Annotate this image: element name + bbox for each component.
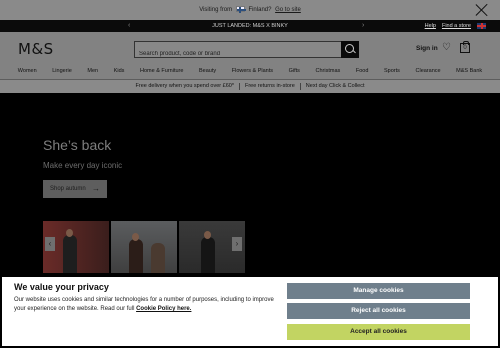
bag-count: 0 <box>463 45 467 51</box>
delivery-item-free-returns[interactable]: Free returns in-store <box>240 80 300 93</box>
search-button[interactable] <box>341 41 359 58</box>
hero-title: She’s back <box>43 137 112 153</box>
carousel-prev-chevron-icon[interactable]: ‹ <box>45 237 55 251</box>
promo-bar: ‹ JUST LANDED: M&S X BINKY › Help Find a… <box>0 20 500 32</box>
help-link[interactable]: Help <box>425 20 436 32</box>
nav-item-lingerie[interactable]: Lingerie <box>52 66 72 79</box>
sign-in-link[interactable]: Sign in <box>416 45 438 52</box>
utility-links: Help Find a store <box>425 20 486 32</box>
ms-logo[interactable]: M&S <box>18 40 54 58</box>
visiting-country: Finland? <box>248 7 272 13</box>
go-to-site-link[interactable]: Go to site <box>275 7 301 13</box>
finland-flag-icon <box>235 6 246 14</box>
delivery-item-free-delivery[interactable]: Free delivery when you spend over £60* <box>131 80 239 93</box>
nav-item-christmas[interactable]: Christmas <box>316 66 341 79</box>
visiting-bar: Visiting from Finland? Go to site <box>0 0 500 20</box>
shop-autumn-button[interactable]: Shop autumn → <box>43 180 107 198</box>
close-icon[interactable] <box>474 2 490 18</box>
cookie-policy-link[interactable]: Cookie Policy here. <box>136 306 191 312</box>
nav-item-women[interactable]: Women <box>18 66 37 79</box>
delivery-bar: Free delivery when you spend over £60* F… <box>0 80 500 93</box>
cookie-banner: We value your privacy Our website uses c… <box>2 277 498 346</box>
manage-cookies-button[interactable]: Manage cookies <box>287 283 470 299</box>
promo-next-chevron-icon[interactable]: › <box>362 20 364 32</box>
visiting-prefix: Visiting from <box>199 7 233 13</box>
uk-flag-icon[interactable] <box>477 23 486 29</box>
model-figure <box>129 239 143 273</box>
model-figure <box>201 237 215 273</box>
shopping-bag-icon[interactable]: 0 <box>460 41 470 53</box>
nav-item-gifts[interactable]: Gifts <box>289 66 300 79</box>
model-figure <box>151 243 165 273</box>
search-box <box>134 41 359 62</box>
wishlist-heart-icon[interactable]: ♡ <box>442 43 451 53</box>
arrow-right-icon: → <box>92 184 100 193</box>
model-head <box>66 229 73 237</box>
cookie-body: Our website uses cookies and similar tec… <box>14 296 280 314</box>
reject-all-cookies-button[interactable]: Reject all cookies <box>287 303 470 319</box>
model-head <box>132 233 139 241</box>
nav-item-men[interactable]: Men <box>87 66 98 79</box>
nav-item-clearance[interactable]: Clearance <box>416 66 441 79</box>
site-header: M&S Sign in ♡ 0 <box>0 32 500 66</box>
nav-item-ms-bank[interactable]: M&S Bank <box>456 66 482 79</box>
nav-item-home-furniture[interactable]: Home & Furniture <box>140 66 183 79</box>
accept-all-cookies-button[interactable]: Accept all cookies <box>287 324 470 340</box>
main-nav: Women Lingerie Men Kids Home & Furniture… <box>0 66 500 79</box>
find-store-link[interactable]: Find a store <box>442 20 471 32</box>
nav-item-food[interactable]: Food <box>356 66 369 79</box>
delivery-item-click-collect[interactable]: Next day Click & Collect <box>301 80 370 93</box>
search-input[interactable] <box>135 46 335 62</box>
nav-item-flowers-plants[interactable]: Flowers & Plants <box>232 66 273 79</box>
model-figure <box>63 235 77 273</box>
nav-item-sports[interactable]: Sports <box>384 66 400 79</box>
nav-item-kids[interactable]: Kids <box>114 66 125 79</box>
product-image[interactable] <box>111 221 177 273</box>
shop-autumn-label: Shop autumn <box>50 186 86 192</box>
carousel-next-chevron-icon[interactable]: › <box>232 237 242 251</box>
nav-item-beauty[interactable]: Beauty <box>199 66 216 79</box>
model-head <box>204 231 211 239</box>
hero-subtitle: Make every day iconic <box>43 161 123 170</box>
cookie-title: We value your privacy <box>14 282 109 292</box>
